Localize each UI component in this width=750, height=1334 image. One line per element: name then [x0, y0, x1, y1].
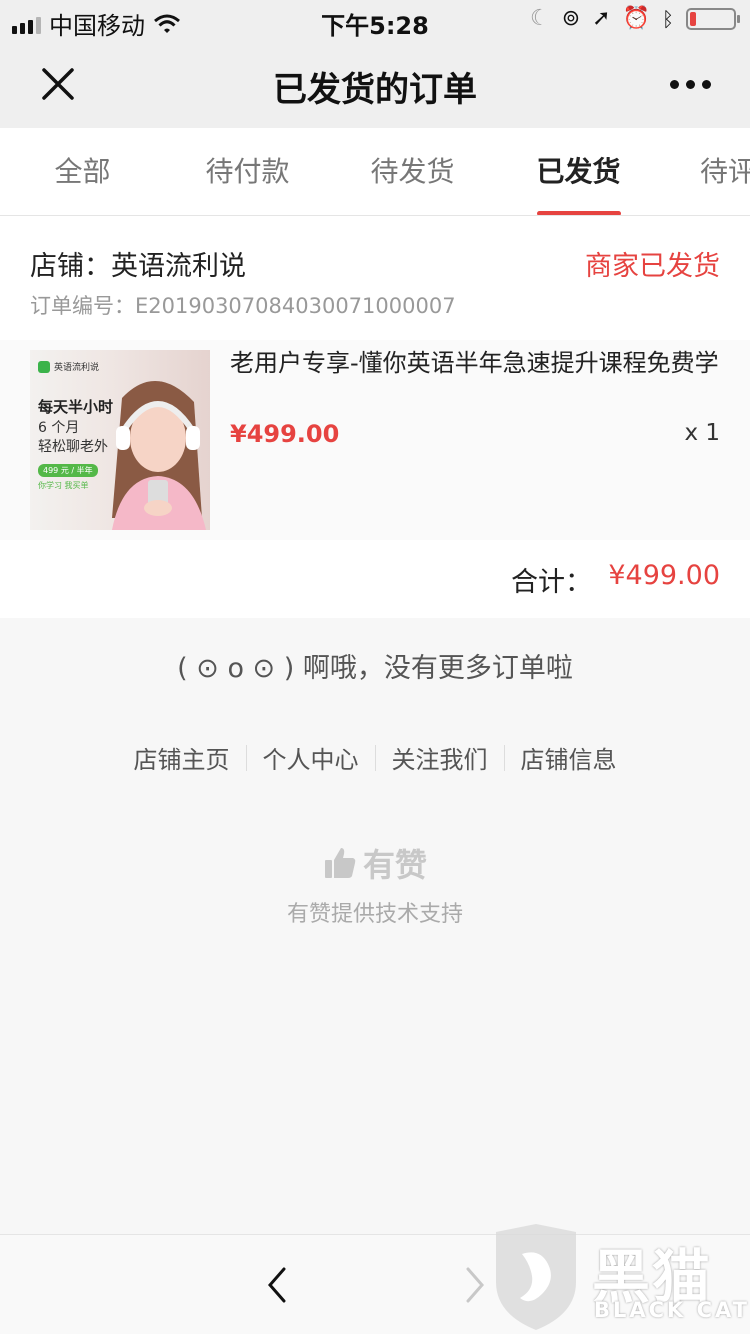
order-status: 商家已发货: [585, 251, 720, 282]
link-follow-us[interactable]: 关注我们: [376, 740, 504, 775]
link-user-center[interactable]: 个人中心: [247, 740, 375, 775]
battery-fill: [690, 11, 696, 26]
goods-title: 老用户专享-懂你英语半年急速提升课程免费学: [230, 349, 719, 377]
thumbs-up-icon: [324, 848, 356, 878]
total-label: 合计：: [511, 567, 592, 598]
tab-pending-payment[interactable]: 待付款: [165, 128, 330, 215]
image-brand-text: 英语流利说: [54, 363, 100, 373]
image-price-pill: 499 元 / 半年: [38, 464, 98, 477]
youzan-logo: 有赞: [0, 840, 750, 886]
close-button[interactable]: [30, 56, 86, 112]
footer-links: 店铺主页 个人中心 关注我们 店铺信息: [0, 740, 750, 775]
brand-logo-icon: [38, 360, 50, 373]
image-line2: 6 个月: [38, 420, 80, 436]
page-title: 已发货的订单: [273, 70, 477, 110]
total-amount: ¥499.00: [608, 560, 720, 591]
shop-name: 店铺：英语流利说: [30, 251, 246, 282]
order-total: 合计： ¥499.00: [0, 540, 750, 618]
goods-quantity: x 1: [684, 420, 720, 446]
battery-icon: [686, 7, 740, 30]
goods-image: 英语流利说 每天半小时 6 个月 轻松聊老外 499 元 / 半年 你学习 我买…: [30, 350, 210, 530]
image-tag: 你学习 我买单: [38, 481, 89, 490]
rotation-lock-icon: ⊚: [561, 6, 581, 31]
no-more-orders: ( ⊙ o ⊙ ) 啊哦，没有更多订单啦: [177, 653, 573, 684]
image-line1: 每天半小时: [38, 398, 114, 416]
image-brand: 英语流利说: [38, 360, 99, 373]
close-icon: [42, 68, 74, 100]
more-dot: [685, 79, 695, 89]
back-button[interactable]: [256, 1261, 300, 1309]
more-dots-icon: [669, 79, 679, 89]
tab-pending-shipment[interactable]: 待发货: [330, 128, 495, 215]
bluetooth-icon: ᛒ: [662, 6, 674, 31]
order-header[interactable]: 店铺：英语流利说 商家已发货 订单编号：E2019030708403007100…: [0, 216, 750, 340]
alarm-icon: ⏰: [622, 6, 650, 31]
image-line3: 轻松聊老外: [38, 439, 108, 455]
tech-support-text: 有赞提供技术支持: [286, 902, 463, 927]
youzan-name: 有赞: [362, 846, 427, 884]
chevron-left-icon: [268, 1267, 286, 1303]
tab-all[interactable]: 全部: [0, 128, 165, 215]
link-shop-info[interactable]: 店铺信息: [505, 740, 633, 775]
cat-shield-icon: [496, 1224, 576, 1330]
order-tabs: 全部 待付款 待发货 已发货 待评价: [0, 128, 750, 216]
goods-item[interactable]: 英语流利说 每天半小时 6 个月 轻松聊老外 499 元 / 半年 你学习 我买…: [0, 340, 750, 540]
more-dot: [701, 79, 711, 89]
order-number: 订单编号：E20190307084030071000007: [30, 294, 456, 318]
nav-bar: 已发货的订单: [0, 40, 750, 128]
moon-icon: ☾: [529, 6, 550, 31]
tab-pending-review[interactable]: 待评价: [660, 128, 750, 215]
goods-price: ¥499.00: [230, 420, 340, 448]
status-bar: 中国移动 下午5:28 ☾ ⊚ ➚ ⏰ ᛒ: [0, 0, 750, 40]
more-button[interactable]: [660, 58, 720, 110]
model-illustration: [112, 380, 206, 530]
watermark: 黑猫 BLACK CAT: [480, 1218, 750, 1334]
watermark-subtext: BLACK CAT: [594, 1298, 750, 1322]
status-icons: ☾ ⊚ ➚ ⏰ ᛒ: [529, 6, 740, 31]
tab-shipped[interactable]: 已发货: [496, 128, 661, 215]
location-icon: ➚: [592, 6, 611, 31]
link-shop-home[interactable]: 店铺主页: [118, 740, 246, 775]
